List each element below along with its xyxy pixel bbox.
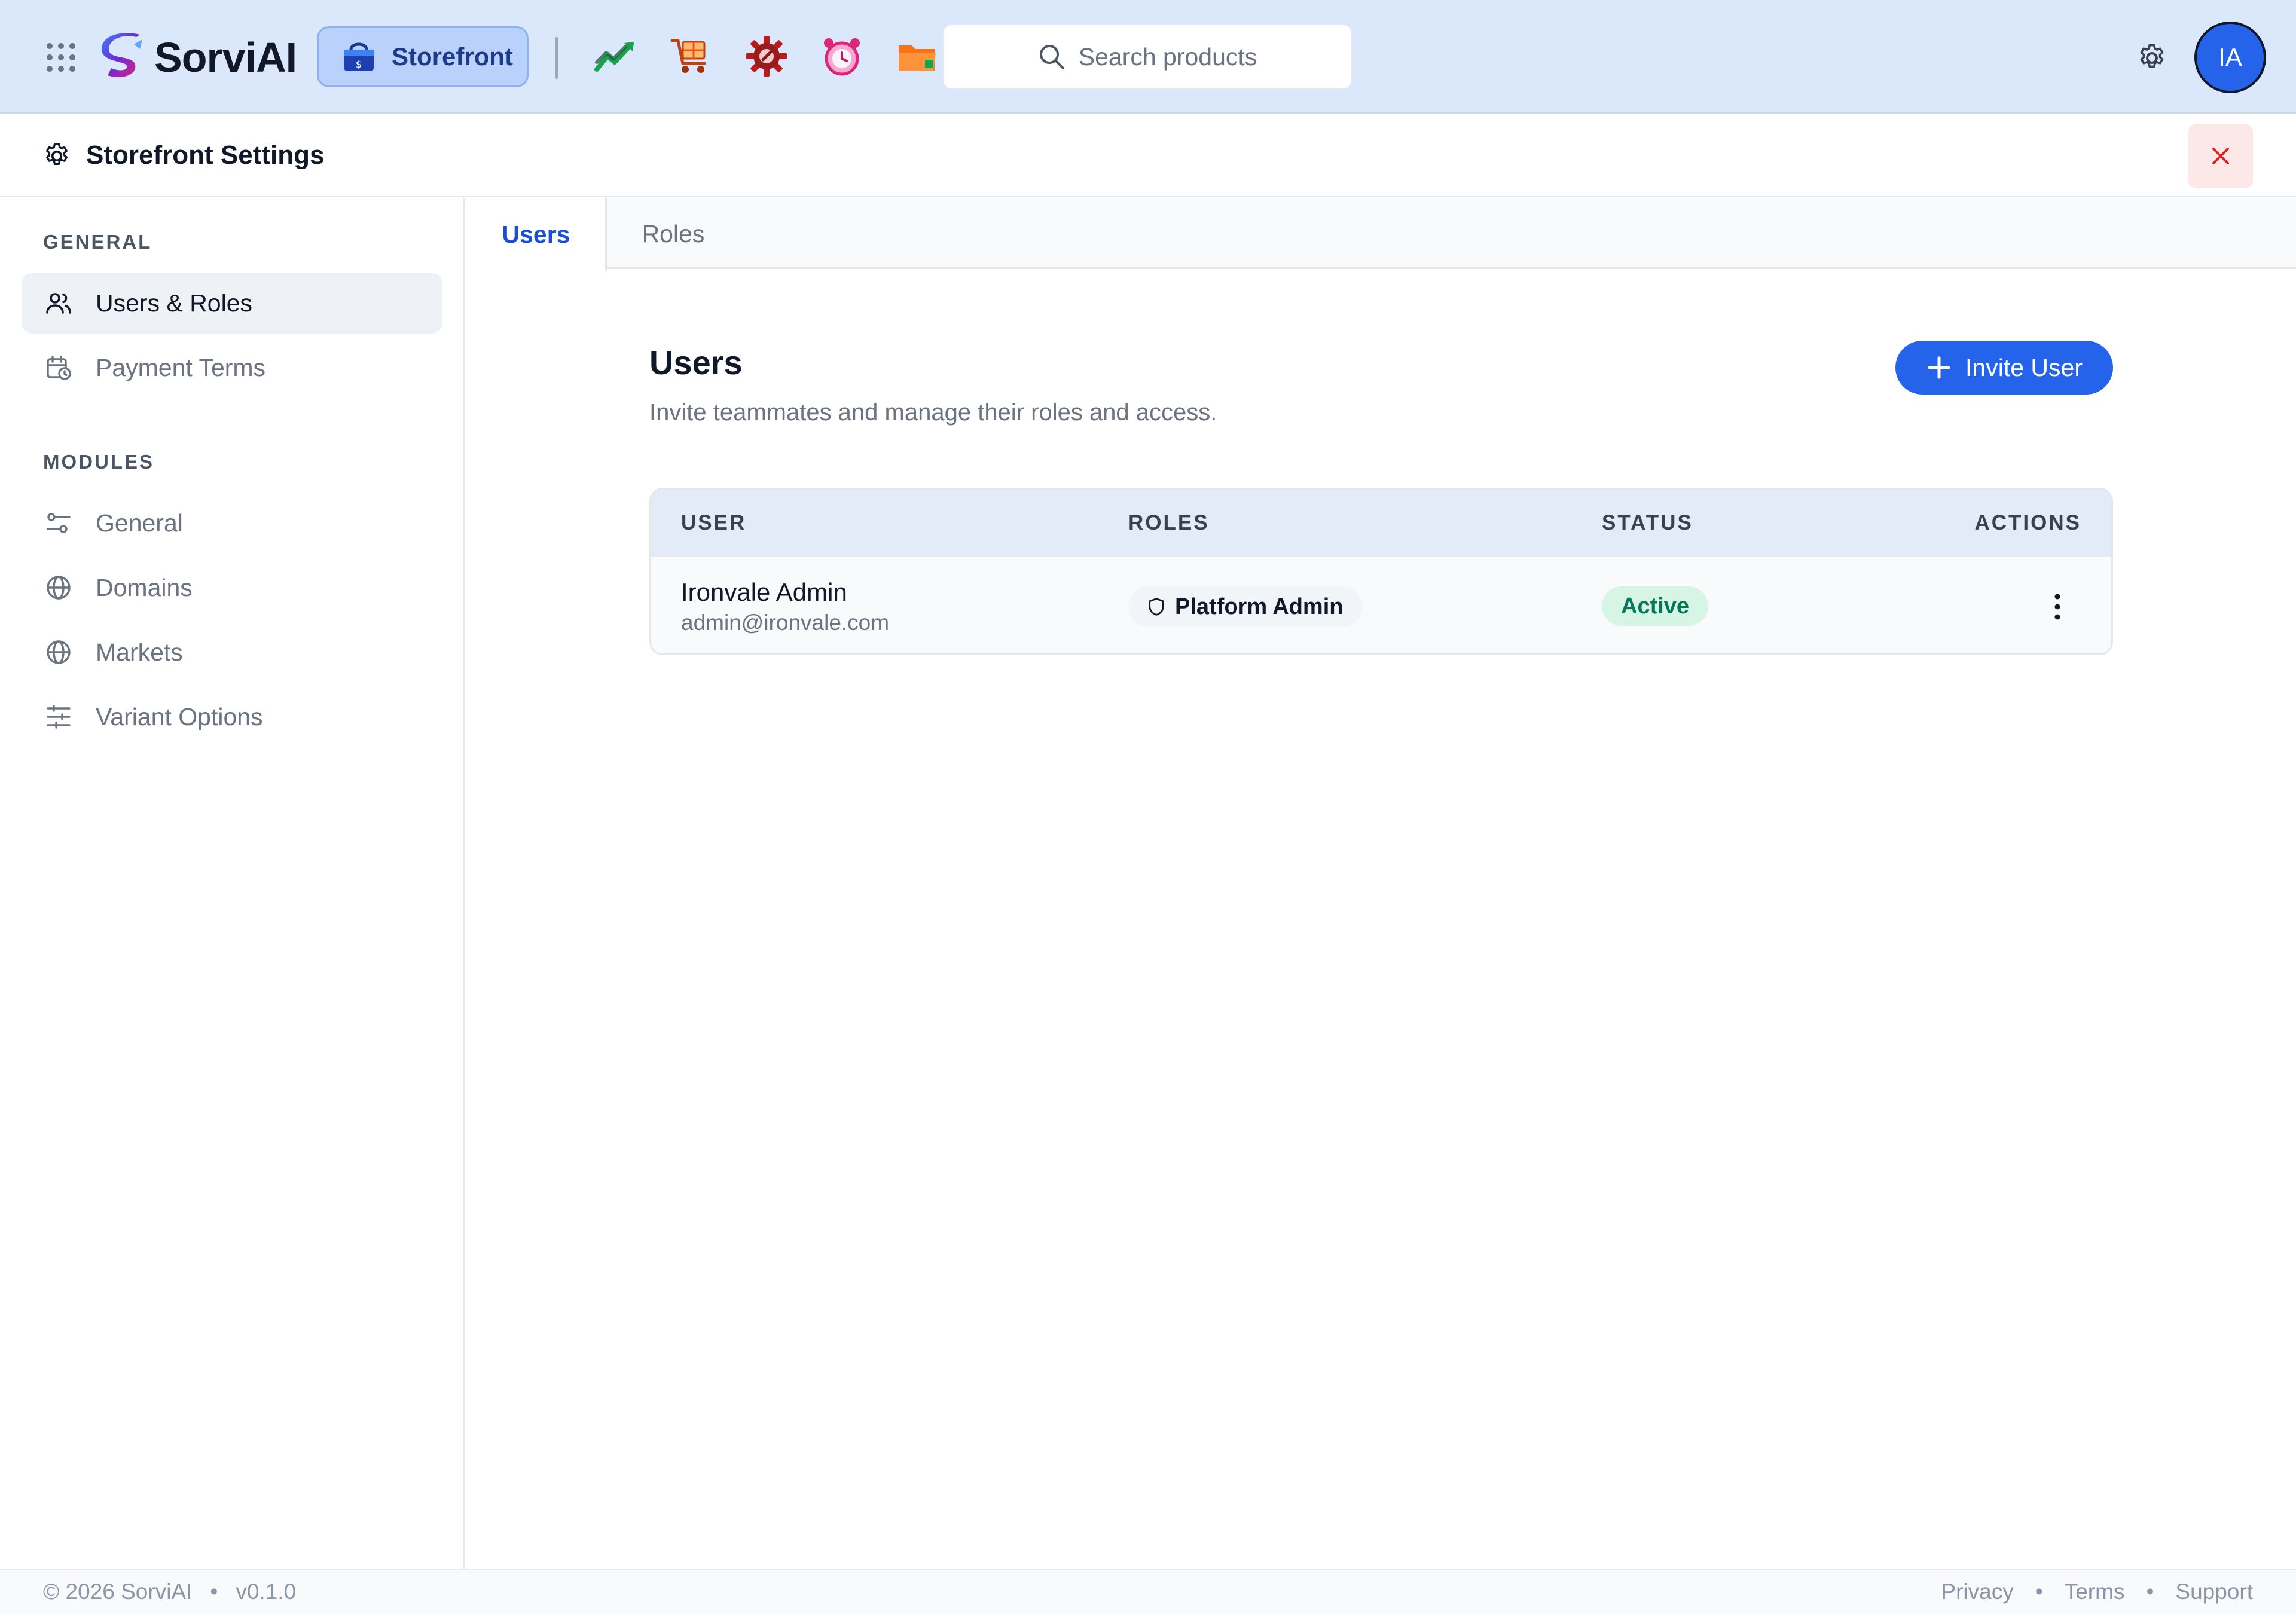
footer-separator: •	[2146, 1579, 2154, 1604]
toggles-icon	[43, 508, 74, 539]
alarm-clock-icon[interactable]	[819, 33, 865, 79]
invite-user-button[interactable]: Invite User	[1895, 341, 2113, 395]
status-badge: Active	[1602, 586, 1709, 626]
brand-name: SorviAI	[154, 34, 297, 81]
globe-icon	[43, 637, 74, 668]
service-gear-icon[interactable]	[744, 33, 789, 79]
column-header-actions: ACTIONS	[1974, 511, 2081, 534]
column-header-status: STATUS	[1602, 511, 1693, 534]
current-app-label: Storefront	[392, 42, 513, 71]
page-subtitle: Invite teammates and manage their roles …	[649, 399, 1217, 426]
app-grid-icon[interactable]	[47, 43, 75, 72]
settings-gear-icon	[46, 143, 68, 165]
table-header: USER ROLES STATUS ACTIONS	[651, 490, 2111, 557]
settings-sidebar: GENERAL Users & Roles Payment Terms MODU…	[0, 198, 465, 1569]
table-row[interactable]: Ironvale Admin admin@ironvale.com Platfo…	[651, 557, 2111, 653]
close-button[interactable]	[2188, 124, 2253, 188]
storefront-icon: $	[344, 42, 374, 71]
toolbar-divider	[555, 37, 558, 79]
footer-separator: •	[210, 1579, 218, 1604]
sidebar-item-label: Payment Terms	[96, 353, 266, 381]
cart-icon[interactable]	[668, 33, 714, 79]
top-bar: SorviAI $ Storefront Search products IA	[0, 0, 2296, 114]
sliders-icon	[43, 701, 74, 732]
role-chip: Platform Admin	[1128, 586, 1363, 627]
role-label: Platform Admin	[1175, 594, 1344, 619]
sidebar-item-label: General	[96, 509, 183, 537]
close-icon	[2212, 148, 2229, 164]
footer-link-privacy[interactable]: Privacy	[1941, 1579, 2013, 1604]
settings-header: Storefront Settings	[0, 115, 2296, 197]
users-icon	[43, 288, 74, 319]
avatar-initials: IA	[2218, 43, 2242, 71]
sidebar-item-general[interactable]: General	[22, 493, 442, 554]
sorvi-logo-icon	[101, 33, 142, 78]
footer-copyright: © 2026 SorviAI	[43, 1579, 193, 1604]
search-icon	[1039, 45, 1064, 69]
users-table: USER ROLES STATUS ACTIONS Ironvale Admin…	[649, 488, 2113, 655]
current-app-switcher[interactable]: $ Storefront	[317, 26, 529, 87]
sidebar-item-label: Domains	[96, 573, 193, 601]
tab-roles[interactable]: Roles	[607, 198, 740, 269]
brand-logo[interactable]: SorviAI	[99, 31, 297, 84]
sidebar-item-label: Variant Options	[96, 702, 263, 730]
page-title: Users	[649, 344, 743, 381]
user-name: Ironvale Admin	[681, 578, 847, 606]
analytics-icon[interactable]	[593, 33, 639, 79]
globe-icon	[43, 572, 74, 603]
footer-link-support[interactable]: Support	[2175, 1579, 2253, 1604]
footer: © 2026 SorviAI • v0.1.0 Privacy • Terms …	[0, 1569, 2296, 1614]
sidebar-item-markets[interactable]: Markets	[22, 622, 442, 683]
sidebar-item-label: Users & Roles	[96, 289, 253, 317]
calendar-clock-icon	[43, 352, 74, 383]
settings-gear-icon[interactable]	[2136, 42, 2168, 74]
folder-icon[interactable]	[894, 33, 940, 79]
sidebar-item-variant-options[interactable]: Variant Options	[22, 686, 442, 747]
section-label-modules: MODULES	[43, 451, 154, 473]
search-bar[interactable]: Search products	[942, 24, 1352, 90]
column-header-roles: ROLES	[1128, 511, 1210, 534]
shield-icon	[1149, 598, 1164, 616]
kebab-menu-icon	[2054, 594, 2060, 620]
user-email: admin@ironvale.com	[681, 610, 890, 635]
sidebar-item-label: Markets	[96, 638, 183, 666]
tab-users[interactable]: Users	[467, 198, 607, 271]
user-avatar[interactable]: IA	[2194, 22, 2266, 93]
settings-tabs: Users Roles	[467, 198, 2296, 271]
svg-text:$: $	[356, 59, 362, 70]
sidebar-item-users-roles[interactable]: Users & Roles	[22, 273, 442, 334]
section-label-general: GENERAL	[43, 231, 152, 253]
footer-link-terms[interactable]: Terms	[2065, 1579, 2125, 1604]
sidebar-item-domains[interactable]: Domains	[22, 557, 442, 618]
plus-icon	[1928, 356, 1950, 379]
column-header-user: USER	[681, 511, 747, 534]
sidebar-item-payment-terms[interactable]: Payment Terms	[22, 337, 442, 398]
settings-title: Storefront Settings	[86, 140, 325, 170]
footer-separator: •	[2035, 1579, 2043, 1604]
search-placeholder: Search products	[1078, 42, 1257, 71]
footer-version: v0.1.0	[236, 1579, 297, 1604]
row-actions-button[interactable]	[2037, 586, 2078, 627]
invite-user-label: Invite User	[1965, 353, 2083, 381]
